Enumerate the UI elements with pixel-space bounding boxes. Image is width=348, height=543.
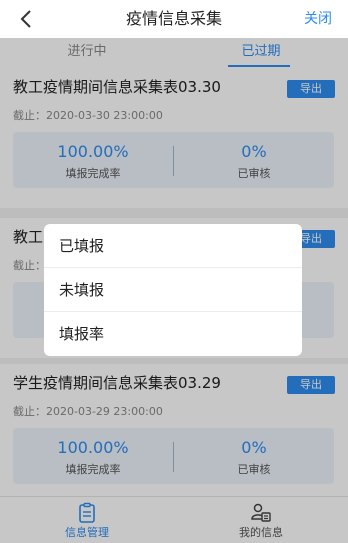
menu-item-unfilled[interactable]: 未填报 (44, 268, 302, 312)
top-navbar: 疫情信息采集 关闭 (0, 0, 348, 38)
filter-popup-menu: 已填报 未填报 填报率 (44, 224, 302, 356)
menu-item-fill-rate[interactable]: 填报率 (44, 312, 302, 356)
menu-item-filled[interactable]: 已填报 (44, 224, 302, 268)
page-title: 疫情信息采集 (125, 9, 222, 28)
close-button[interactable]: 关闭 (304, 0, 332, 38)
